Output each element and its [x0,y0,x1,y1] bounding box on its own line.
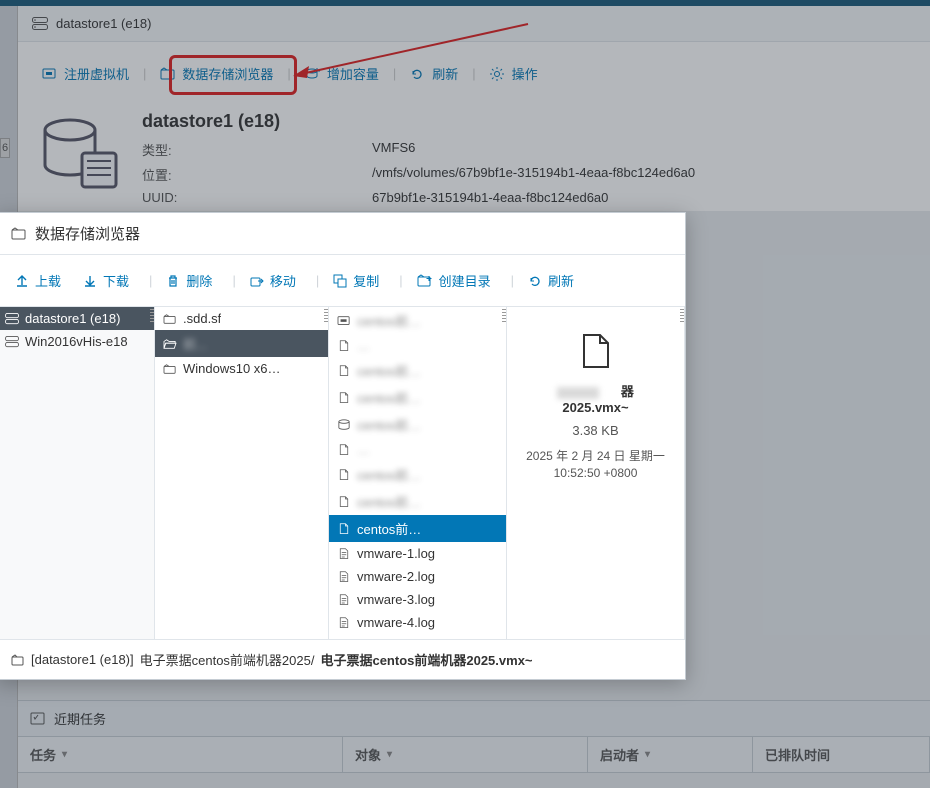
preview-filesize: 3.38 KB [523,423,668,438]
column-resize-handle[interactable] [498,307,506,639]
tree-item[interactable]: centos前… [329,461,506,488]
tree-item[interactable]: centos前… [329,307,506,334]
tree-item[interactable]: Win2016vHis-e18 [0,330,154,353]
tree-item[interactable]: … [329,438,506,461]
download-label: 下载 [103,271,129,290]
breadcrumb: [datastore1 (e18)] 电子票据centos前端机器2025/电子… [0,639,685,679]
download-button[interactable]: 下载 [75,267,137,294]
refresh-icon [528,274,542,288]
folder-icon [11,654,25,666]
tree-item[interactable]: vmware-1.log [329,542,506,565]
upload-button[interactable]: 上载 [7,267,69,294]
tree-item[interactable]: centos前… [329,411,506,438]
preview-column: 器 2025.vmx~ 3.38 KB 2025 年 2 月 24 日 星期一 … [507,307,685,639]
dialog-refresh-label: 刷新 [548,271,574,290]
column-resize-handle[interactable] [320,307,328,639]
copy-button[interactable]: 复制 [325,267,387,294]
tree-item[interactable]: centos前… [329,357,506,384]
breadcrumb-path[interactable]: 电子票据centos前端机器2025/ [140,650,315,669]
column-resize-handle[interactable] [146,307,154,639]
mkdir-label: 创建目录 [439,271,491,290]
tree-item[interactable]: datastore1 (e18) [0,307,154,330]
folder-column-2: centos前… …centos前…centos前…centos前… …cent… [329,307,507,639]
datastore-browser-dialog: 数据存储浏览器 上载 下载 | 删除 | 移动 | 复制 | 创建目录 [0,212,686,680]
upload-icon [15,274,29,288]
breadcrumb-file: 电子票据centos前端机器2025.vmx~ [320,650,532,669]
download-icon [83,274,97,288]
datastore-list-column: datastore1 (e18)Win2016vHis-e18 [0,307,155,639]
column-resize-handle[interactable] [676,307,684,639]
tree-item[interactable]: vmware-4.log [329,611,506,634]
preview-filename: 器 2025.vmx~ [523,381,668,415]
tree-item[interactable]: vmware-2.log [329,565,506,588]
browse-icon [11,227,27,241]
trash-icon [166,274,180,288]
tree-item[interactable]: centos前… [329,384,506,411]
move-icon [250,274,264,288]
delete-label: 删除 [186,271,212,290]
preview-filedate: 2025 年 2 月 24 日 星期一 10:52:50 +0800 [523,448,668,482]
new-folder-button[interactable]: 创建目录 [409,267,499,294]
tree-item[interactable]: vmware-5.log [329,634,506,639]
tree-item[interactable]: .sdd.sf [155,307,328,330]
copy-label: 复制 [353,271,379,290]
folder-column-1: .sdd.sf 前...Windows10 x6… [155,307,329,639]
dialog-title: 数据存储浏览器 [35,223,140,244]
tree-item[interactable]: Windows10 x6… [155,357,328,380]
tree-item[interactable]: vmware-3.log [329,588,506,611]
tree-item[interactable]: centos前… [329,488,506,515]
breadcrumb-root[interactable]: [datastore1 (e18)] [31,652,134,667]
delete-button[interactable]: 删除 [158,267,220,294]
tree-item[interactable]: centos前… [329,515,506,542]
dialog-refresh-button[interactable]: 刷新 [520,267,582,294]
file-large-icon [582,333,610,369]
copy-icon [333,274,347,288]
tree-item[interactable]: 前... [155,330,328,357]
move-button[interactable]: 移动 [242,267,304,294]
tree-item[interactable]: … [329,334,506,357]
upload-label: 上载 [35,271,61,290]
move-label: 移动 [270,271,296,290]
folder-plus-icon [417,274,433,288]
